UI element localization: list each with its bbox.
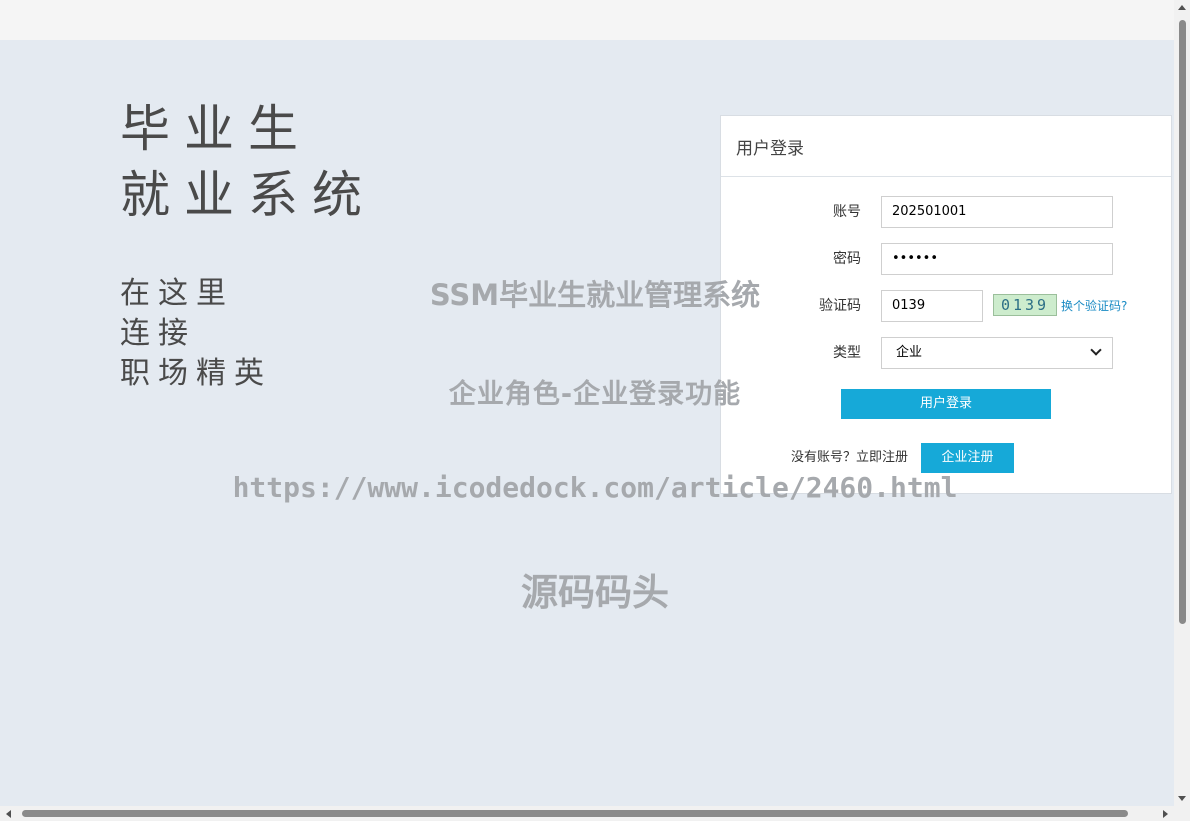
type-select[interactable]: 企业 <box>881 337 1113 369</box>
type-select-value: 企业 <box>896 345 923 360</box>
company-register-button[interactable]: 企业注册 <box>921 443 1014 473</box>
captcha-input[interactable]: 0139 <box>881 290 983 322</box>
register-prompt[interactable]: 没有账号？立即注册 <box>791 443 908 473</box>
scroll-right-icon[interactable] <box>1163 810 1168 818</box>
system-title-line2: 就业系统 <box>120 166 376 224</box>
account-row: 账号 202501001 <box>721 196 1173 228</box>
captcha-label: 验证码 <box>819 298 861 314</box>
scroll-up-icon[interactable] <box>1178 5 1186 10</box>
type-row: 类型 企业 <box>721 337 1173 369</box>
password-label: 密码 <box>833 251 861 267</box>
tagline-line1: 在这里 <box>120 276 234 311</box>
account-input[interactable]: 202501001 <box>881 196 1113 228</box>
system-title: 毕业生 就业系统 <box>120 96 376 228</box>
captcha-refresh-link[interactable]: 换个验证码? <box>1061 290 1127 322</box>
scrollbar-corner <box>1174 806 1190 821</box>
watermark-brand: 源码码头 <box>521 571 669 614</box>
captcha-image[interactable]: 0139 <box>993 294 1057 316</box>
scroll-down-icon[interactable] <box>1178 796 1186 801</box>
tagline-line2: 连接 <box>120 316 196 351</box>
horizontal-scrollbar[interactable] <box>0 806 1174 821</box>
tagline: 在这里 连接 职场精英 <box>120 274 272 394</box>
browser-top-area <box>0 0 1174 40</box>
vertical-scroll-thumb[interactable] <box>1179 20 1186 624</box>
password-input[interactable]: •••••• <box>881 243 1113 275</box>
scroll-left-icon[interactable] <box>6 810 11 818</box>
horizontal-scroll-thumb[interactable] <box>22 810 1128 817</box>
system-title-line1: 毕业生 <box>120 100 312 158</box>
type-label: 类型 <box>833 345 861 361</box>
tagline-line3: 职场精英 <box>120 356 272 391</box>
watermark-feature: 企业角色-企业登录功能 <box>448 379 742 410</box>
login-button[interactable]: 用户登录 <box>841 389 1051 419</box>
login-page: 毕业生 就业系统 在这里 连接 职场精英 用户登录 账号 202501001 密… <box>0 40 1174 806</box>
watermark-system-name: SSM毕业生就业管理系统 <box>429 278 761 312</box>
vertical-scrollbar[interactable] <box>1174 0 1190 806</box>
password-row: 密码 •••••• <box>721 243 1173 275</box>
login-panel-header: 用户登录 <box>721 116 1171 177</box>
chevron-down-icon <box>1090 344 1102 356</box>
account-label: 账号 <box>833 204 861 220</box>
watermark-url: https://www.icodedock.com/article/2460.h… <box>232 471 958 504</box>
